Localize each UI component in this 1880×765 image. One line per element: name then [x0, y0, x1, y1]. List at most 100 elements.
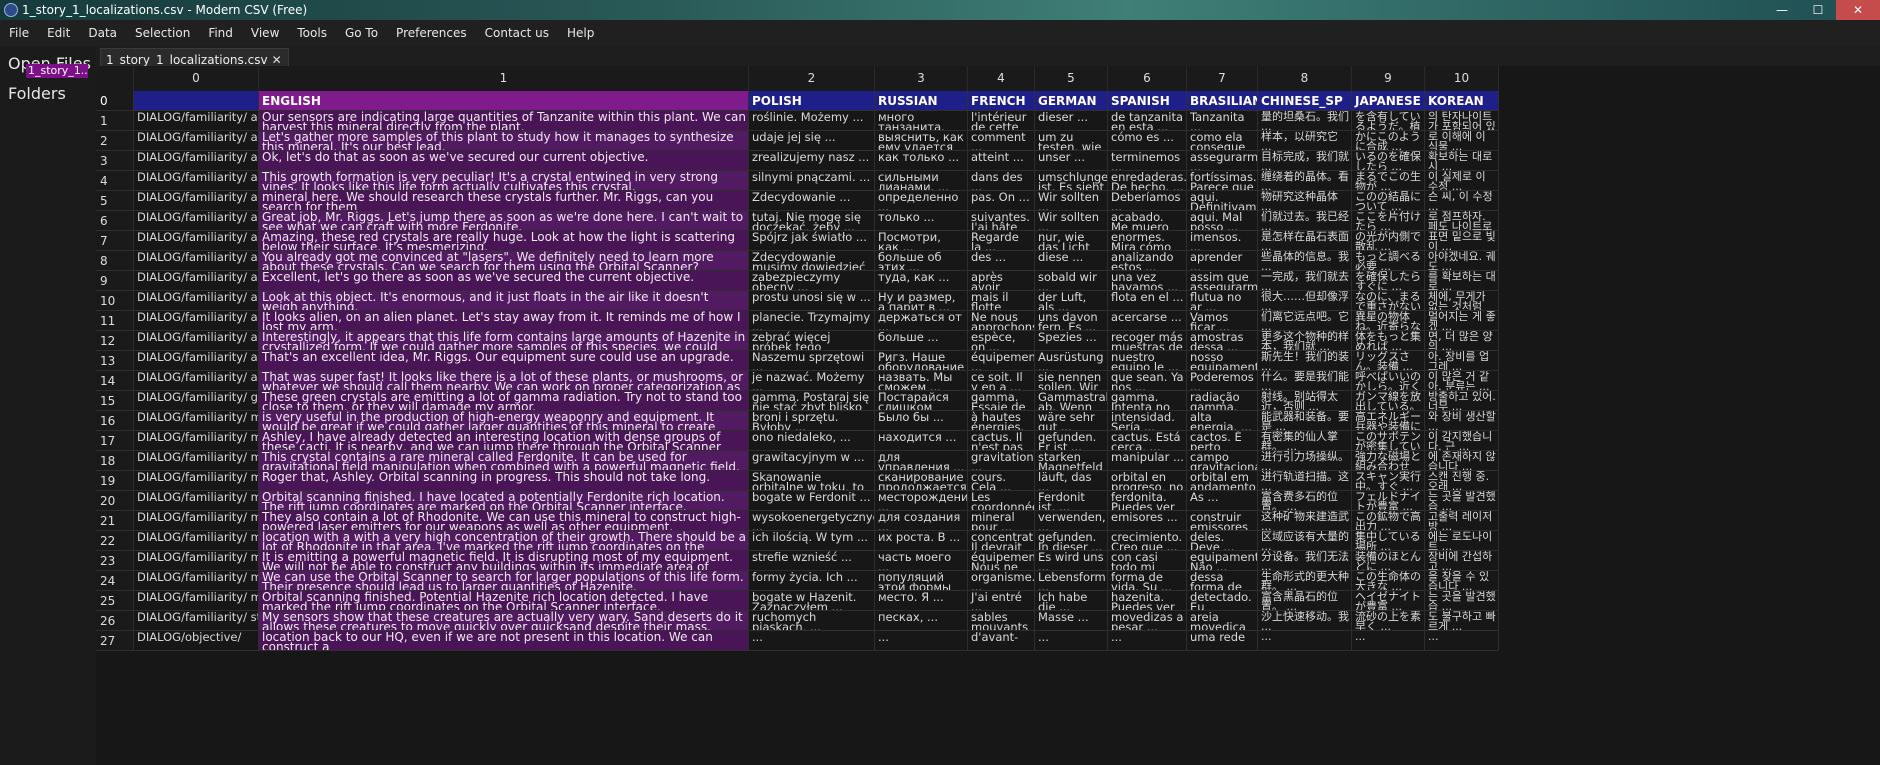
table-cell[interactable]: Our sensors are indicating large quantit… [259, 111, 749, 131]
table-cell[interactable]: Excellent, let's go there as soon as we'… [259, 271, 749, 291]
table-cell[interactable]: Orbital scanning finished. Potential Haz… [259, 591, 749, 611]
table-cell[interactable]: acabado. Me muero de ... [1108, 211, 1187, 231]
table-cell[interactable]: 物研究这种晶体 ... [1258, 191, 1352, 211]
table-cell[interactable]: diese ... [1035, 251, 1108, 271]
table-cell[interactable]: 缠绕着的晶体。看 ... [1258, 171, 1352, 191]
table-cell[interactable]: Amazing, these red crystals are really h… [259, 231, 749, 251]
column-number[interactable]: 9 [1352, 66, 1425, 91]
table-cell[interactable]: 进行引力场操纵。 ... [1258, 451, 1352, 471]
table-cell[interactable]: DIALOG/familiarity/ mech_cactus_pear_blu [134, 411, 259, 431]
column-number[interactable]: 6 [1108, 66, 1187, 91]
table-cell[interactable]: aqui. Definitivamente ... [1187, 191, 1258, 211]
close-button[interactable]: ✕ [1836, 0, 1880, 20]
table-cell[interactable]: DIALOG/familiarity/ ashley_cactus_pear_b… [134, 131, 259, 151]
table-cell[interactable]: dieser ... [1035, 111, 1108, 131]
table-cell[interactable] [134, 91, 259, 111]
table-cell[interactable]: DIALOG/familiarity/ ashley_mushroom_spik [134, 371, 259, 391]
table-cell[interactable]: équipement ... [968, 351, 1035, 371]
table-cell[interactable]: FRENCH [968, 91, 1035, 111]
table-cell[interactable]: больше об этих ... [875, 251, 968, 271]
table-cell[interactable]: DIALOG/familiarity/ ashley_mushroom_spik [134, 351, 259, 371]
table-cell[interactable]: ... [1035, 631, 1108, 651]
table-cell[interactable]: nosso equipamento ... [1187, 351, 1258, 371]
table-cell[interactable]: That was super fast! It looks like there… [259, 371, 749, 391]
table-cell[interactable]: zabezpieczymy obecny ... [749, 271, 875, 291]
table-cell[interactable]: cómo es ... [1108, 131, 1187, 151]
table-cell[interactable]: udaje jej się ... [749, 131, 875, 151]
table-cell[interactable]: mineral here. We should research these c… [259, 191, 749, 211]
table-cell[interactable]: sables mouvants ... [968, 611, 1035, 631]
table-cell[interactable]: My sensors show that these creatures are… [259, 611, 749, 631]
csv-grid[interactable]: 0 1 2 3 4 5 6 7 8 9 10 0 ENGLISH POLISH RUSSIAN FRENCH… [96, 66, 1880, 765]
table-cell[interactable]: après avoir atteint ... [968, 271, 1035, 291]
table-cell[interactable]: 什么。要是我们能 ... [1258, 371, 1352, 391]
table-cell[interactable]: crecimiento. Creo que ... [1108, 531, 1187, 551]
table-cell[interactable]: cours. Cela ... [968, 471, 1035, 491]
table-cell[interactable]: DIALOG/familiarity/ ashley_magnetic_boul [134, 291, 259, 311]
table-cell[interactable]: POLISH [749, 91, 875, 111]
table-cell[interactable]: 이 감지했습니다. 근 ... [1425, 431, 1499, 451]
table-cell[interactable]: 도 불구하고 빠르게 ... [1425, 611, 1499, 631]
table-cell[interactable]: 와 장비 생산할 ... [1425, 411, 1499, 431]
table-cell[interactable]: como ela consegue ... [1187, 131, 1258, 151]
table-cell[interactable]: ... [1108, 631, 1187, 651]
table-cell[interactable]: DIALOG/familiarity/ green_radioactive_cr… [134, 391, 259, 411]
table-cell[interactable]: analizando estos ... [1108, 251, 1187, 271]
table-cell[interactable]: 很大……但却像浮 ... [1258, 291, 1352, 311]
table-cell[interactable]: ... [1258, 631, 1352, 651]
table-cell[interactable]: ce soit. Il y en a ... [968, 371, 1035, 391]
table-cell[interactable]: を確保したらすぐに ... [1352, 271, 1425, 291]
table-cell[interactable]: туда, как ... [875, 271, 968, 291]
table-cell[interactable]: место. Я ... [875, 591, 968, 611]
table-cell[interactable]: 고출력 레이저 방 ... [1425, 511, 1499, 531]
table-cell[interactable]: 면, 더 많은 양의 ... [1425, 331, 1499, 351]
table-cell[interactable]: DIALOG/familiarity/ ashley_cactus_pear_b… [134, 151, 259, 171]
table-cell[interactable]: 확보하는 대로 시 ... [1425, 151, 1499, 171]
table-cell[interactable]: gravitationnel ... [968, 451, 1035, 471]
table-cell[interactable]: 방출하고 있어. 너무 ... [1425, 391, 1499, 411]
table-cell[interactable]: It looks alien, on an alien planet. Let'… [259, 311, 749, 331]
table-cell[interactable]: 이 많은 거 같아. 분류는 ... [1425, 371, 1499, 391]
column-number[interactable]: 0 [134, 66, 259, 91]
table-cell[interactable]: находится ... [875, 431, 968, 451]
table-cell[interactable]: emisores ... [1108, 511, 1187, 531]
minimize-button[interactable]: — [1764, 0, 1800, 20]
table-cell[interactable]: CHINESE_SP [1258, 91, 1352, 111]
table-cell[interactable]: 能武器和装备。要是 ... [1258, 411, 1352, 431]
table-cell[interactable]: 沙上快速移动。我 ... [1258, 611, 1352, 631]
table-cell[interactable]: DIALOG/objective/ [134, 631, 259, 651]
table-cell[interactable]: acercarse ... [1108, 311, 1187, 331]
table-cell[interactable]: DIALOG/familiarity/ mech_crystal_pure_re… [134, 531, 259, 551]
table-cell[interactable]: なのに、まるで重さがないかのように ... [1352, 291, 1425, 311]
table-cell[interactable]: dans des ... [968, 171, 1035, 191]
table-cell[interactable]: gamma. Postaraj się nie stać zbyt blisko… [749, 391, 875, 411]
table-cell[interactable]: This crystal contains a rare mineral cal… [259, 451, 749, 471]
table-cell[interactable]: Ashley, I have already detected an inter… [259, 431, 749, 451]
table-cell[interactable]: verwenden, ... [1035, 511, 1108, 531]
table-cell[interactable]: месторождение ... [875, 491, 968, 511]
table-cell[interactable]: まるでこの生物が ... [1352, 171, 1425, 191]
table-cell[interactable]: These green crystals are emitting a lot … [259, 391, 749, 411]
table-cell[interactable]: この生命体の大きな ... [1352, 571, 1425, 591]
open-file-item[interactable]: 1_story_1... [26, 64, 88, 78]
table-cell[interactable]: nuestro equipo le ... [1108, 351, 1187, 371]
table-cell[interactable]: Ausrüstung ... [1035, 351, 1108, 371]
menu-view[interactable]: View [242, 20, 288, 46]
table-cell[interactable]: Les coordonnées ... [968, 491, 1035, 511]
table-cell[interactable]: DIALOG/familiarity/ ashley_crystal_entwi… [134, 211, 259, 231]
table-cell[interactable]: DIALOG/familiarity/ ashley_crystal_pure_… [134, 251, 259, 271]
table-cell[interactable]: Wir sollten ... [1035, 191, 1108, 211]
column-number[interactable]: 3 [875, 66, 968, 91]
table-cell[interactable]: 로 점프하자. 페도 나이트로 ... [1425, 211, 1499, 231]
table-cell[interactable]: They also contain a lot of Rhodonite. We… [259, 511, 749, 531]
table-cell[interactable]: DIALOG/familiarity/ mech_cactus_pear_blu [134, 431, 259, 451]
table-cell[interactable]: Regarde la ... [968, 231, 1035, 251]
table-cell[interactable]: enredaderas. De hecho. ... [1108, 171, 1187, 191]
table-cell[interactable]: sobald wir ... [1035, 271, 1108, 291]
table-cell[interactable]: planecie. Trzymajmy ... [749, 311, 875, 331]
table-cell[interactable]: gefunden. In dieser ... [1035, 531, 1108, 551]
table-cell[interactable]: の光が内側で散乱 ... [1352, 231, 1425, 251]
table-cell[interactable]: mineral pour ... [968, 511, 1035, 531]
table-cell[interactable]: DIALOG/familiarity/ mech_mushroom_spiky [134, 591, 259, 611]
table-cell[interactable]: tutaj. Nie mogę się doczekać, żeby ... [749, 211, 875, 231]
